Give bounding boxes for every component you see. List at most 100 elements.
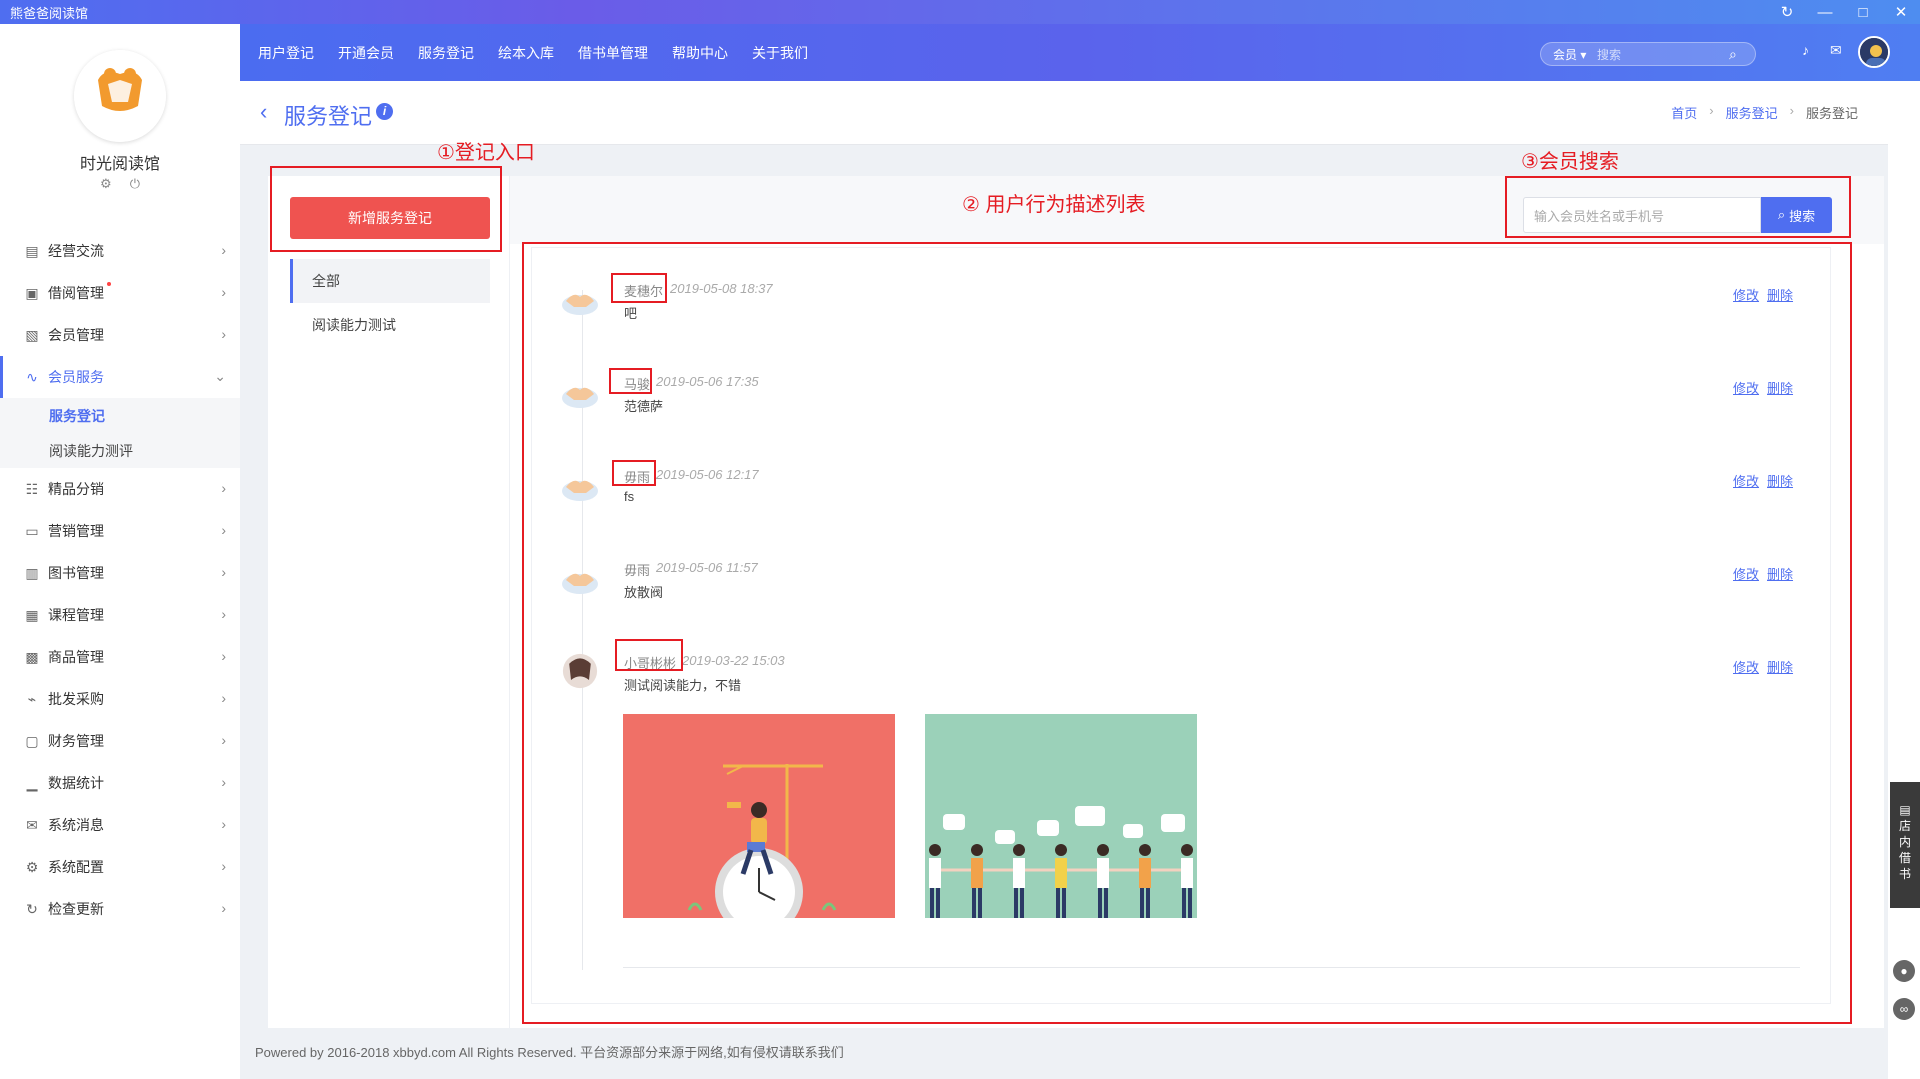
org-tree-icon: ☷ [25,480,39,497]
chat-icon: ▤ [25,242,39,259]
sidebar-item-distribution[interactable]: ☷ 精品分销 › [0,468,240,510]
mail-icon[interactable]: ✉ [1830,42,1842,59]
sidebar-item-label: 财务管理 [48,733,104,749]
shop-logo [74,50,166,142]
search-input[interactable]: 搜索 [1597,46,1729,63]
chevron-right-icon: › [221,522,226,538]
chevron-right-icon: › [221,816,226,832]
notification-dot [107,282,111,286]
breadcrumb-service[interactable]: 服务登记 [1726,103,1778,122]
chevron-right-icon: › [221,648,226,664]
chevron-right-icon: › [221,326,226,342]
sidebar-item-courses[interactable]: ▦ 课程管理 › [0,594,240,636]
chevron-right-icon: › [221,242,226,258]
refresh-icon[interactable]: ↻ [1770,0,1804,24]
shop-actions: ⚙ ⏻ [100,176,140,192]
annotation-label-search: ③会员搜索 [1521,151,1619,173]
sidebar-item-settings[interactable]: ⚙ 系统配置 › [0,846,240,888]
annotation-box-name [609,368,652,394]
bar-chart-icon: ▁ [26,774,38,791]
sidebar-item-marketing[interactable]: ▭ 营销管理 › [0,510,240,552]
sidebar-item-borrow[interactable]: ▣ 借阅管理 › [0,272,240,314]
chevron-down-icon: ⌄ [214,368,226,384]
sidebar-item-label: 系统配置 [48,859,104,875]
sidebar-item-label: 精品分销 [48,481,104,497]
search-icon[interactable]: ⌕ [1729,46,1755,63]
chevron-right-icon: › [221,732,226,748]
breadcrumb-current: 服务登记 [1805,106,1858,121]
sidebar-item-label: 会员服务 [48,369,104,385]
link-icon[interactable]: ∞ [1893,998,1915,1020]
chevron-right-icon: › [221,480,226,496]
clipboard-icon: ▤ [1899,803,1911,817]
book-hand-icon: ▣ [25,284,39,301]
sidebar-item-label: 检查更新 [48,901,104,917]
top-navigation: 用户登记 开通会员 服务登记 绘本入库 借书单管理 帮助中心 关于我们 会员 ▾… [240,24,1920,81]
power-icon[interactable]: ⏻ [130,176,140,192]
sidebar-item-members[interactable]: ▧ 会员管理 › [0,314,240,356]
chevron-right-icon: › [221,858,226,874]
annotation-box-list [522,242,1852,1024]
nav-about-us[interactable]: 关于我们 [752,43,808,63]
sidebar-item-statistics[interactable]: ▁ 数据统计 › [0,762,240,804]
sidebar-item-member-service[interactable]: ∿ 会员服务 ⌄ [0,356,240,398]
in-store-borrow-tab[interactable]: ▤ 店 内 借 书 [1890,782,1920,908]
cart-icon: ⌁ [27,690,37,707]
breadcrumb-separator-icon: › [1789,103,1794,118]
annotation-label-list: ② 用户行为描述列表 [962,194,1146,216]
right-rail [1888,81,1920,1079]
nav-borrow-list[interactable]: 借书单管理 [578,43,648,63]
sidebar-item-messages[interactable]: ✉ 系统消息 › [0,804,240,846]
back-arrow-icon[interactable]: ‹ [260,99,267,125]
breadcrumb-home[interactable]: 首页 [1671,103,1697,122]
book-icon: ▥ [25,564,39,581]
gear-icon[interactable]: ⚙ [100,176,112,192]
annotation-box-entry [270,166,502,252]
filter-all[interactable]: 全部 [290,259,490,303]
annotation-box-name [615,639,683,671]
sidebar-subitem-reading-test[interactable]: 阅读能力测评 [0,433,240,468]
minimize-icon[interactable]: — [1808,0,1842,24]
bell-icon[interactable]: ♪ [1802,42,1809,58]
nav-open-membership[interactable]: 开通会员 [338,43,394,63]
sidebar-item-finance[interactable]: ▢ 财务管理 › [0,720,240,762]
page-title: 服务登记 [284,104,373,129]
search-type-select[interactable]: 会员 ▾ [1541,46,1597,63]
sidebar-item-business-exchange[interactable]: ▤ 经营交流 › [0,230,240,272]
chevron-right-icon: › [221,606,226,622]
window-titlebar: 熊爸爸阅读馆 ↻ — □ ✕ [0,0,1920,24]
sidebar-item-update[interactable]: ↻ 检查更新 › [0,888,240,930]
sidebar-item-label: 课程管理 [48,607,104,623]
sidebar-subitem-service-register[interactable]: 服务登记 [0,398,240,433]
nav-help-center[interactable]: 帮助中心 [672,43,728,63]
chevron-right-icon: › [221,284,226,300]
close-icon[interactable]: ✕ [1884,0,1918,24]
sidebar: 时光阅读馆 ⚙ ⏻ ▤ 经营交流 › ▣ 借阅管理 › ▧ 会员管理 › ∿ 会… [0,24,240,1079]
filter-reading-test[interactable]: 阅读能力测试 [290,303,490,347]
finance-icon: ▢ [25,732,39,749]
window-title: 熊爸爸阅读馆 [10,5,89,21]
sidebar-item-books[interactable]: ▥ 图书管理 › [0,552,240,594]
info-icon[interactable]: i [376,103,393,120]
sidebar-menu: ▤ 经营交流 › ▣ 借阅管理 › ▧ 会员管理 › ∿ 会员服务 ⌄ 服务登记… [0,230,240,930]
wechat-icon[interactable]: ● [1893,960,1915,982]
chevron-right-icon: › [221,900,226,916]
sidebar-item-label: 商品管理 [48,649,104,665]
maximize-icon[interactable]: □ [1846,0,1880,24]
sidebar-item-label: 经营交流 [48,243,104,259]
shop-name: 时光阅读馆 [79,156,160,173]
nav-user-register[interactable]: 用户登记 [258,43,314,63]
annotation-box-name [611,273,667,303]
avatar[interactable] [1858,36,1890,68]
chevron-right-icon: › [221,774,226,790]
annotation-box-name [612,460,656,486]
sidebar-submenu: 服务登记 阅读能力测评 [0,398,240,468]
sidebar-item-label: 数据统计 [48,775,104,791]
course-icon: ▦ [25,606,39,623]
nav-service-register[interactable]: 服务登记 [418,43,474,63]
nav-picture-book-stock[interactable]: 绘本入库 [498,43,554,63]
sidebar-item-goods[interactable]: ▩ 商品管理 › [0,636,240,678]
sidebar-item-wholesale[interactable]: ⌁ 批发采购 › [0,678,240,720]
mail-icon: ✉ [26,816,38,833]
sidebar-item-label: 会员管理 [48,327,104,343]
